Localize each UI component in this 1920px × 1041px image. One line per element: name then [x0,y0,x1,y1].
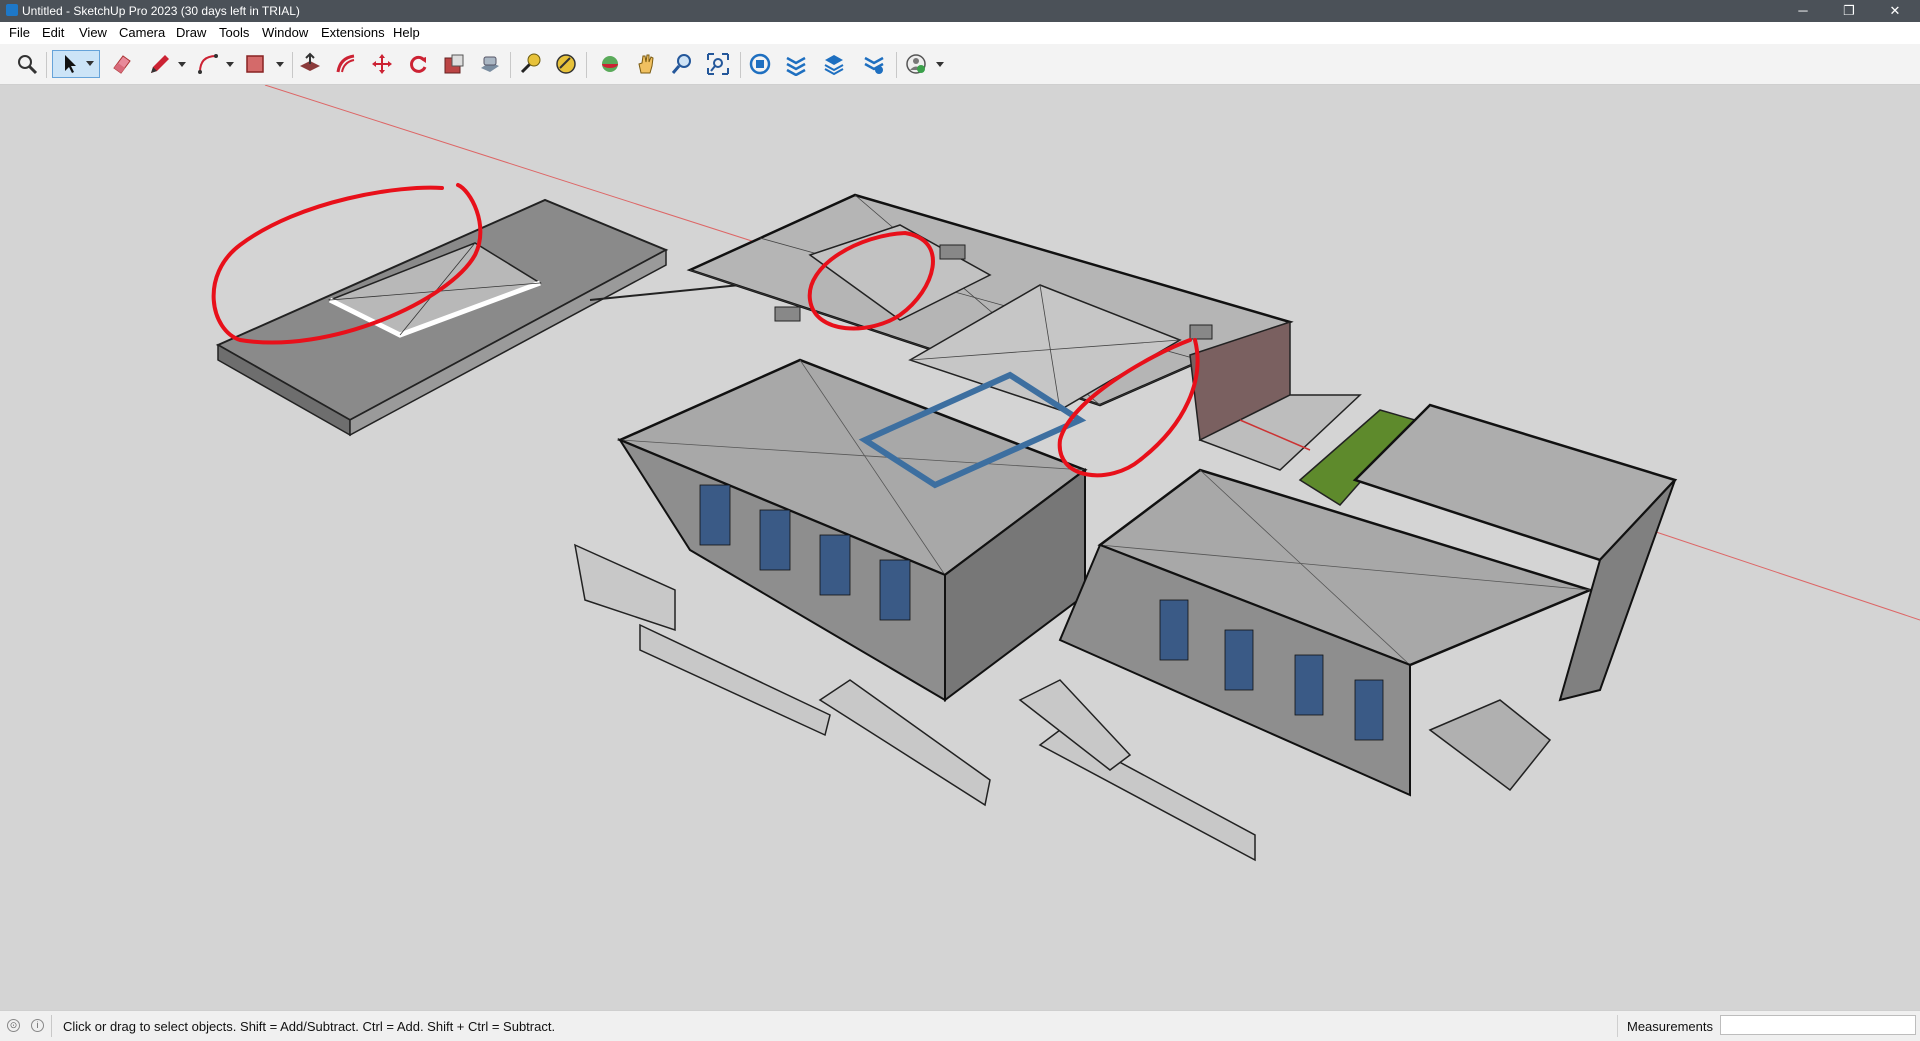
line-tool[interactable] [146,50,174,78]
eraser-tool[interactable] [108,50,136,78]
extension-manager-tool[interactable] [860,50,888,78]
window-title: Untitled - SketchUp Pro 2023 (30 days le… [22,4,300,18]
red-axis-line [1649,529,1920,621]
scale-icon [444,54,464,74]
menu-camera[interactable]: Camera [119,25,165,40]
select-arrow-icon [65,55,76,73]
rectangle-shape-icon [246,55,264,73]
toolbar-separator [46,52,47,78]
trimble-dropdown-chevron-icon[interactable] [936,62,944,68]
rotate-icon [410,55,427,73]
extension-warehouse-tool[interactable] [782,50,810,78]
menu-file[interactable]: File [9,25,30,40]
main-toolbar [0,44,1920,85]
close-button[interactable]: ✕ [1872,0,1918,22]
offset-icon [336,54,355,73]
zoom-extents-icon [707,53,729,75]
offset-tool[interactable] [332,50,360,78]
extension-manager-icon [864,56,884,74]
model-viewport[interactable] [0,85,1920,1010]
paint-bucket-tool[interactable] [552,50,580,78]
menu-bar: File Edit View Camera Draw Tools Window … [0,22,1920,44]
3d-warehouse-icon [749,53,771,75]
paint-bucket-icon [556,54,576,74]
line-dropdown-chevron-icon[interactable] [178,62,186,68]
measurements-label: Measurements [1627,1019,1713,1034]
menu-window[interactable]: Window [262,25,308,40]
menu-draw[interactable]: Draw [176,25,206,40]
move-icon [372,54,392,74]
restore-button[interactable]: ❐ [1826,0,1872,22]
trimble-connect-icon [906,54,926,74]
menu-view[interactable]: View [79,25,107,40]
orbit-icon [602,56,618,72]
status-separator [51,1015,52,1037]
layout-icon [824,55,844,76]
toolbar-separator [896,52,897,78]
scale-tool[interactable] [440,50,468,78]
zoom-extents-tool[interactable] [704,50,732,78]
status-separator [1617,1015,1618,1037]
menu-help[interactable]: Help [393,25,420,40]
zoom-icon [671,54,691,74]
shape-tool[interactable] [242,50,270,78]
chevron-down-icon [86,61,94,66]
pan-hand-icon [638,54,654,74]
minimize-button[interactable]: ─ [1780,0,1826,22]
push-pull-icon [300,52,320,71]
follow-me-tool[interactable] [476,50,504,78]
push-pull-tool[interactable] [296,50,324,78]
toolbar-separator [740,52,741,78]
extension-warehouse-icon [786,56,806,76]
trimble-connect-tool[interactable] [902,50,930,78]
orbit-tool[interactable] [596,50,624,78]
shape-dropdown-chevron-icon[interactable] [276,62,284,68]
pencil-line-icon [151,55,169,73]
info-icon[interactable]: i [31,1019,44,1032]
menu-edit[interactable]: Edit [42,25,64,40]
title-bar: Untitled - SketchUp Pro 2023 (30 days le… [0,0,1920,22]
measurements-input[interactable] [1720,1015,1916,1035]
select-tool[interactable] [52,50,100,78]
toolbar-separator [292,52,293,78]
eraser-icon [113,55,131,74]
toolbar-separator [510,52,511,78]
building-model [211,85,1920,862]
pan-tool[interactable] [632,50,660,78]
geo-location-icon[interactable]: ⊙ [7,1019,20,1032]
status-hint: Click or drag to select objects. Shift =… [63,1019,556,1034]
sketchup-app-icon [6,4,18,16]
layout-tool[interactable] [820,50,848,78]
toolbar-separator [586,52,587,78]
arc-tool[interactable] [194,50,222,78]
zoom-tool[interactable] [668,50,696,78]
arc-dropdown-chevron-icon[interactable] [226,62,234,68]
arc-icon [198,54,218,74]
3d-warehouse-tool[interactable] [746,50,774,78]
tape-measure-icon [520,53,541,74]
tape-measure-tool[interactable] [516,50,544,78]
move-tool[interactable] [368,50,396,78]
menu-extensions[interactable]: Extensions [321,25,385,40]
follow-me-icon [481,56,499,72]
zoom-magnifier-icon [18,55,38,75]
rotate-tool[interactable] [404,50,432,78]
zoom-magnifier-tool[interactable] [13,50,41,78]
status-bar: ⊙ i Click or drag to select objects. Shi… [0,1010,1920,1041]
menu-tools[interactable]: Tools [219,25,249,40]
